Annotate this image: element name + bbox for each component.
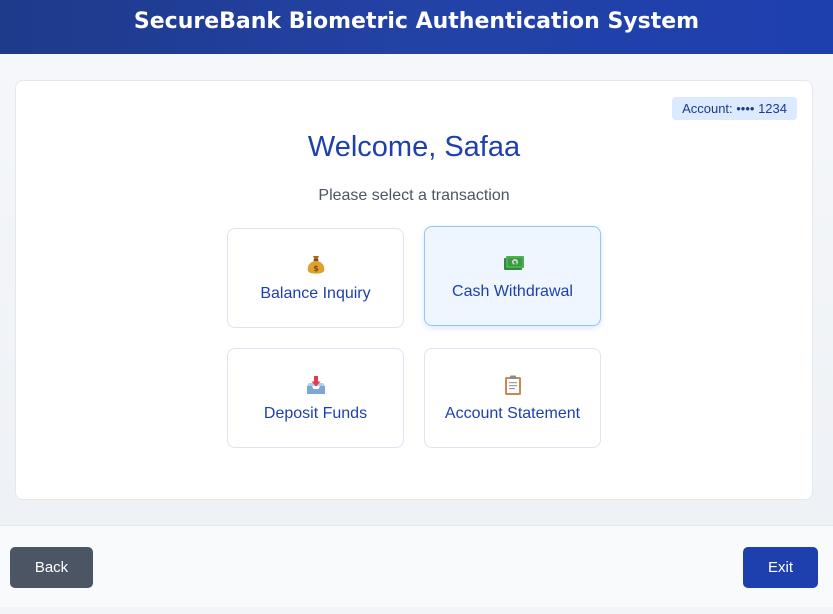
welcome-heading: Welcome, Safaa [307,131,521,163]
balance-inquiry-label: Balance Inquiry [260,284,371,302]
svg-text:$: $ [313,264,319,273]
account-statement-label: Account Statement [444,404,581,422]
account-statement-button[interactable]: Account Statement [424,348,601,448]
inbox-tray-icon [306,375,325,394]
svg-text:$: $ [513,260,517,266]
transaction-card: Account: •••• 1234 Welcome, Safaa Please… [15,80,813,500]
cash-withdrawal-label: Cash Withdrawal [452,282,573,300]
money-bag-icon: $ [307,255,324,274]
deposit-funds-button[interactable]: Deposit Funds [227,348,404,448]
account-badge: Account: •••• 1234 [672,97,797,120]
exit-button[interactable]: Exit [743,547,818,588]
app-header: SecureBank Biometric Authentication Syst… [0,0,833,54]
app-title: SecureBank Biometric Authentication Syst… [133,9,700,34]
banknote-icon: $ [503,255,524,270]
balance-inquiry-button[interactable]: $ Balance Inquiry [227,228,404,328]
deposit-funds-label: Deposit Funds [263,404,368,422]
back-button[interactable]: Back [10,547,93,588]
main-area: Account: •••• 1234 Welcome, Safaa Please… [0,54,833,525]
footer-bar: Back Exit [0,525,833,607]
transaction-prompt: Please select a transaction [318,187,510,204]
cash-withdrawal-button[interactable]: $ Cash Withdrawal [424,226,601,326]
clipboard-icon [504,375,521,395]
